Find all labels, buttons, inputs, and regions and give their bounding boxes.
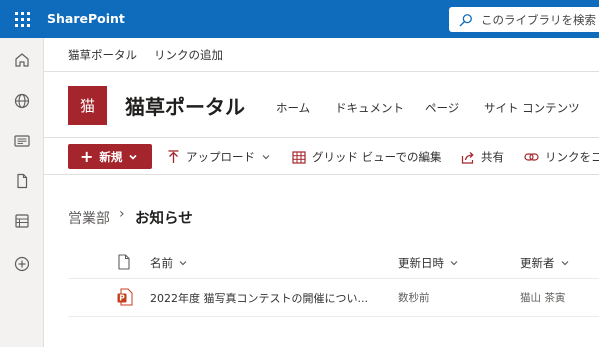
link-icon	[524, 153, 539, 161]
column-header-modified-by-label: 更新者	[520, 256, 555, 270]
site-title[interactable]: 猫草ポータル	[125, 91, 245, 120]
breadcrumb-current: お知らせ	[135, 211, 193, 227]
new-button-label: 新規	[99, 149, 123, 164]
share-icon	[461, 151, 474, 164]
column-header-modified-by[interactable]: 更新者	[520, 255, 570, 271]
breadcrumb-chevron-icon: ›	[119, 206, 125, 222]
upload-button[interactable]: アップロード	[167, 149, 277, 165]
upload-arrow-icon	[168, 150, 179, 163]
brand-link[interactable]: SharePoint	[47, 0, 125, 38]
column-header-modified-label: 更新日時	[398, 256, 444, 270]
site-nav-documents[interactable]: ドキュメント	[335, 100, 404, 116]
row-divider	[68, 316, 599, 317]
app-bar	[0, 38, 44, 347]
chevron-down-icon	[561, 261, 568, 266]
breadcrumb-parent[interactable]: 営業部	[68, 208, 110, 228]
chevron-down-icon	[450, 261, 458, 266]
upload-label: アップロード	[186, 150, 255, 164]
share-label: 共有	[481, 150, 504, 164]
row-modified: 数秒前	[398, 292, 430, 304]
chevron-down-icon	[129, 154, 137, 160]
grid-icon	[292, 150, 306, 164]
app-launcher-button[interactable]	[0, 0, 44, 38]
grid-edit-button[interactable]: グリッド ビューでの編集	[292, 149, 441, 165]
column-header-name-label: 名前	[150, 256, 173, 270]
chevron-down-icon	[262, 155, 270, 160]
lists-icon[interactable]	[13, 212, 31, 230]
globe-icon[interactable]	[13, 92, 31, 110]
plus-icon: +	[80, 146, 94, 166]
search-placeholder: このライブラリを検索	[481, 12, 596, 27]
list-header-divider	[68, 278, 599, 279]
share-button[interactable]: 共有	[461, 149, 504, 165]
file-type-icon[interactable]	[117, 254, 131, 270]
site-nav-pages[interactable]: ページ	[425, 100, 459, 116]
site-nav-site-contents[interactable]: サイト コンテンツ	[484, 100, 580, 116]
row-modified-by[interactable]: 猫山 茶寅	[520, 290, 565, 305]
create-icon[interactable]	[13, 255, 31, 273]
hub-nav: 猫草ポータル リンクの追加	[44, 38, 599, 72]
search-icon	[459, 13, 472, 26]
news-icon[interactable]	[13, 132, 31, 150]
chevron-down-icon	[179, 261, 187, 266]
copy-link-label: リンクをコ	[545, 150, 599, 164]
site-nav-home[interactable]: ホーム	[276, 100, 310, 116]
powerpoint-file-icon: P	[117, 288, 133, 306]
search-input[interactable]: このライブラリを検索	[449, 7, 599, 32]
file-icon[interactable]	[13, 172, 31, 190]
hub-nav-home[interactable]: 猫草ポータル	[68, 47, 137, 63]
waffle-icon	[14, 11, 30, 27]
svg-text:P: P	[119, 294, 125, 303]
column-header-modified[interactable]: 更新日時	[398, 255, 459, 271]
new-button[interactable]: + 新規	[68, 144, 152, 169]
hub-nav-add-link[interactable]: リンクの追加	[154, 47, 223, 63]
home-icon[interactable]	[13, 51, 31, 69]
row-file-name[interactable]: 2022年度 猫写真コンテストの開催につい...	[150, 290, 368, 306]
copy-link-button[interactable]: リンクをコ	[524, 149, 599, 165]
grid-edit-label: グリッド ビューでの編集	[312, 150, 442, 164]
site-logo[interactable]: 猫	[68, 86, 107, 125]
suite-bar: SharePoint このライブラリを検索	[0, 0, 599, 38]
column-header-name[interactable]: 名前	[150, 255, 188, 271]
